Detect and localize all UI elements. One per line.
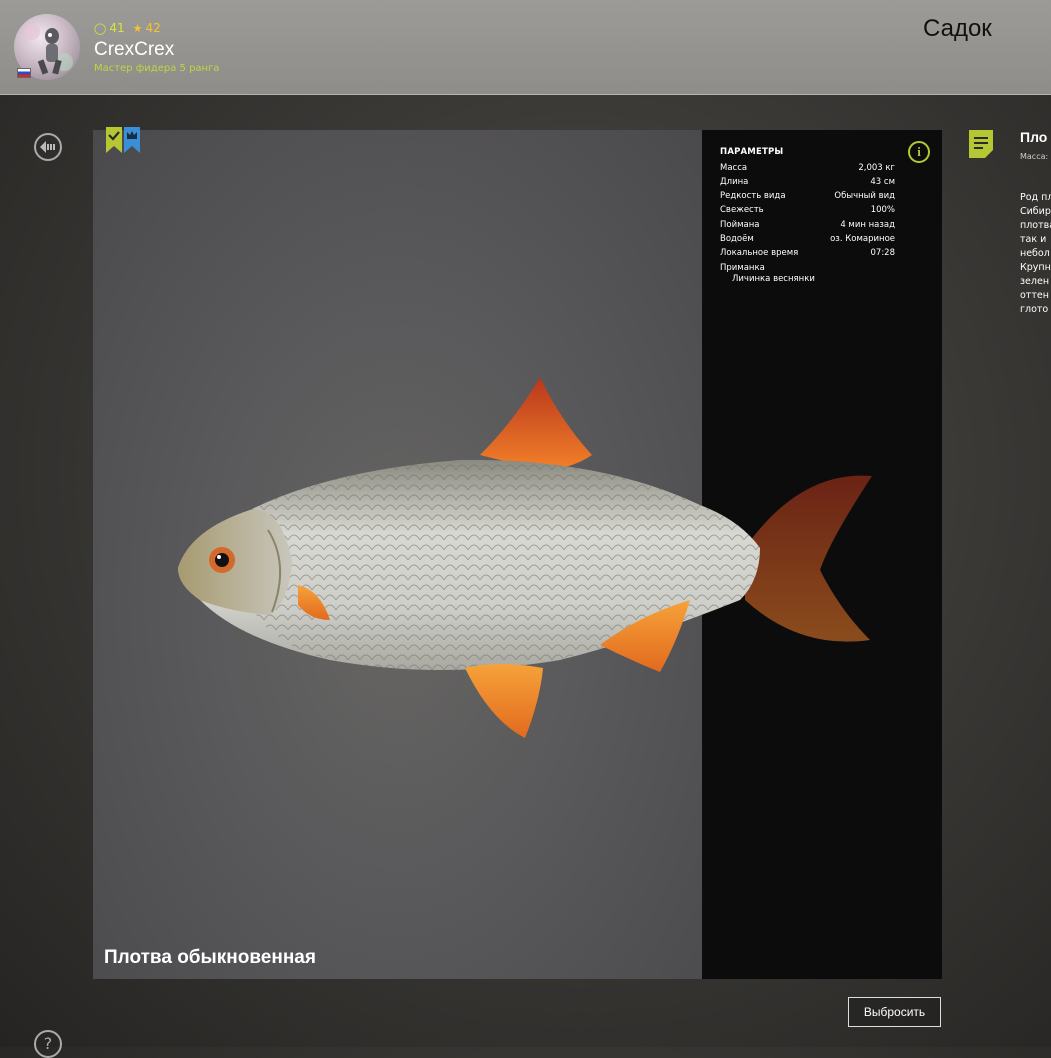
checkmark-bookmark-icon xyxy=(106,127,122,153)
param-value: 4 мин назад xyxy=(840,220,895,230)
discard-button[interactable]: Выбросить xyxy=(848,997,941,1027)
param-row-length: Длина 43 см xyxy=(720,177,895,187)
param-value: оз. Комариное xyxy=(830,234,895,244)
username: CrexCrex xyxy=(94,39,175,60)
back-arrow-icon xyxy=(40,141,55,153)
param-label: Водоём xyxy=(720,234,754,244)
bait-value: Личинка веснянки xyxy=(732,274,815,284)
description-line: Крупн xyxy=(1020,262,1051,273)
param-row-freshness: Свежесть 100% xyxy=(720,205,895,215)
stars-value: 42 xyxy=(145,21,161,35)
question-icon: ? xyxy=(43,1034,53,1053)
crown-bookmark-icon xyxy=(124,127,140,153)
description-line: оттен xyxy=(1020,290,1049,301)
param-value: Обычный вид xyxy=(834,191,895,201)
param-label: Поймана xyxy=(720,220,760,230)
level-value: 41 xyxy=(109,21,125,35)
param-value: 07:28 xyxy=(870,248,896,258)
top-bar: ◯ 41 ★ 42 CrexCrex Мастер фидера 5 ранга… xyxy=(0,0,1051,95)
description-line: так и xyxy=(1020,234,1047,245)
param-value: 2,003 кг xyxy=(858,163,895,173)
parameters-title: ПАРАМЕТРЫ xyxy=(720,147,784,157)
param-row-mass: Масса 2,003 кг xyxy=(720,163,895,173)
fish-viewer[interactable] xyxy=(93,130,702,979)
param-label: Масса xyxy=(720,163,748,173)
description-subtitle: Масса: 2 xyxy=(1020,152,1051,161)
player-stats: ◯ 41 ★ 42 xyxy=(94,21,161,35)
player-rank: Мастер фидера 5 ранга xyxy=(94,63,220,74)
circle-level-icon: ◯ xyxy=(94,21,107,35)
param-label: Редкость вида xyxy=(720,191,786,201)
star-icon: ★ xyxy=(132,21,143,35)
info-icon: i xyxy=(917,144,921,159)
description-line: глото xyxy=(1020,304,1049,315)
param-label: Свежесть xyxy=(720,205,764,215)
param-label: Приманка xyxy=(720,263,765,273)
description-title: Пло xyxy=(1020,129,1048,145)
info-button[interactable]: i xyxy=(908,141,930,163)
level-stat: ◯ 41 xyxy=(94,21,125,35)
document-icon[interactable] xyxy=(969,130,993,158)
param-value: 100% xyxy=(870,205,895,215)
description-line: Сибир xyxy=(1020,206,1051,217)
description-line: небол xyxy=(1020,248,1050,259)
russian-flag-icon xyxy=(17,68,31,78)
param-row-rarity: Редкость вида Обычный вид xyxy=(720,191,895,201)
page-title: Садок xyxy=(923,15,992,42)
fish-name: Плотва обыкновенная xyxy=(104,947,316,968)
param-label: Длина xyxy=(720,177,749,187)
description-line: зелен xyxy=(1020,276,1050,287)
back-button[interactable] xyxy=(34,133,62,161)
help-button[interactable]: ? xyxy=(34,1030,62,1058)
param-row-bait: Приманка xyxy=(720,263,895,273)
param-row-caught: Поймана 4 мин назад xyxy=(720,220,895,230)
stars-stat: ★ 42 xyxy=(133,21,161,35)
param-row-waterbody: Водоём оз. Комариное xyxy=(720,234,895,244)
fish-badges xyxy=(106,127,140,153)
param-value: 43 см xyxy=(870,177,895,187)
param-row-local-time: Локальное время 07:28 xyxy=(720,248,895,258)
description-text: Род пл Сибир плотва так и небол Крупн зе… xyxy=(1020,191,1051,317)
description-line: Род пл xyxy=(1020,192,1051,203)
description-line: плотва xyxy=(1020,220,1051,231)
param-label: Локальное время xyxy=(720,248,799,258)
